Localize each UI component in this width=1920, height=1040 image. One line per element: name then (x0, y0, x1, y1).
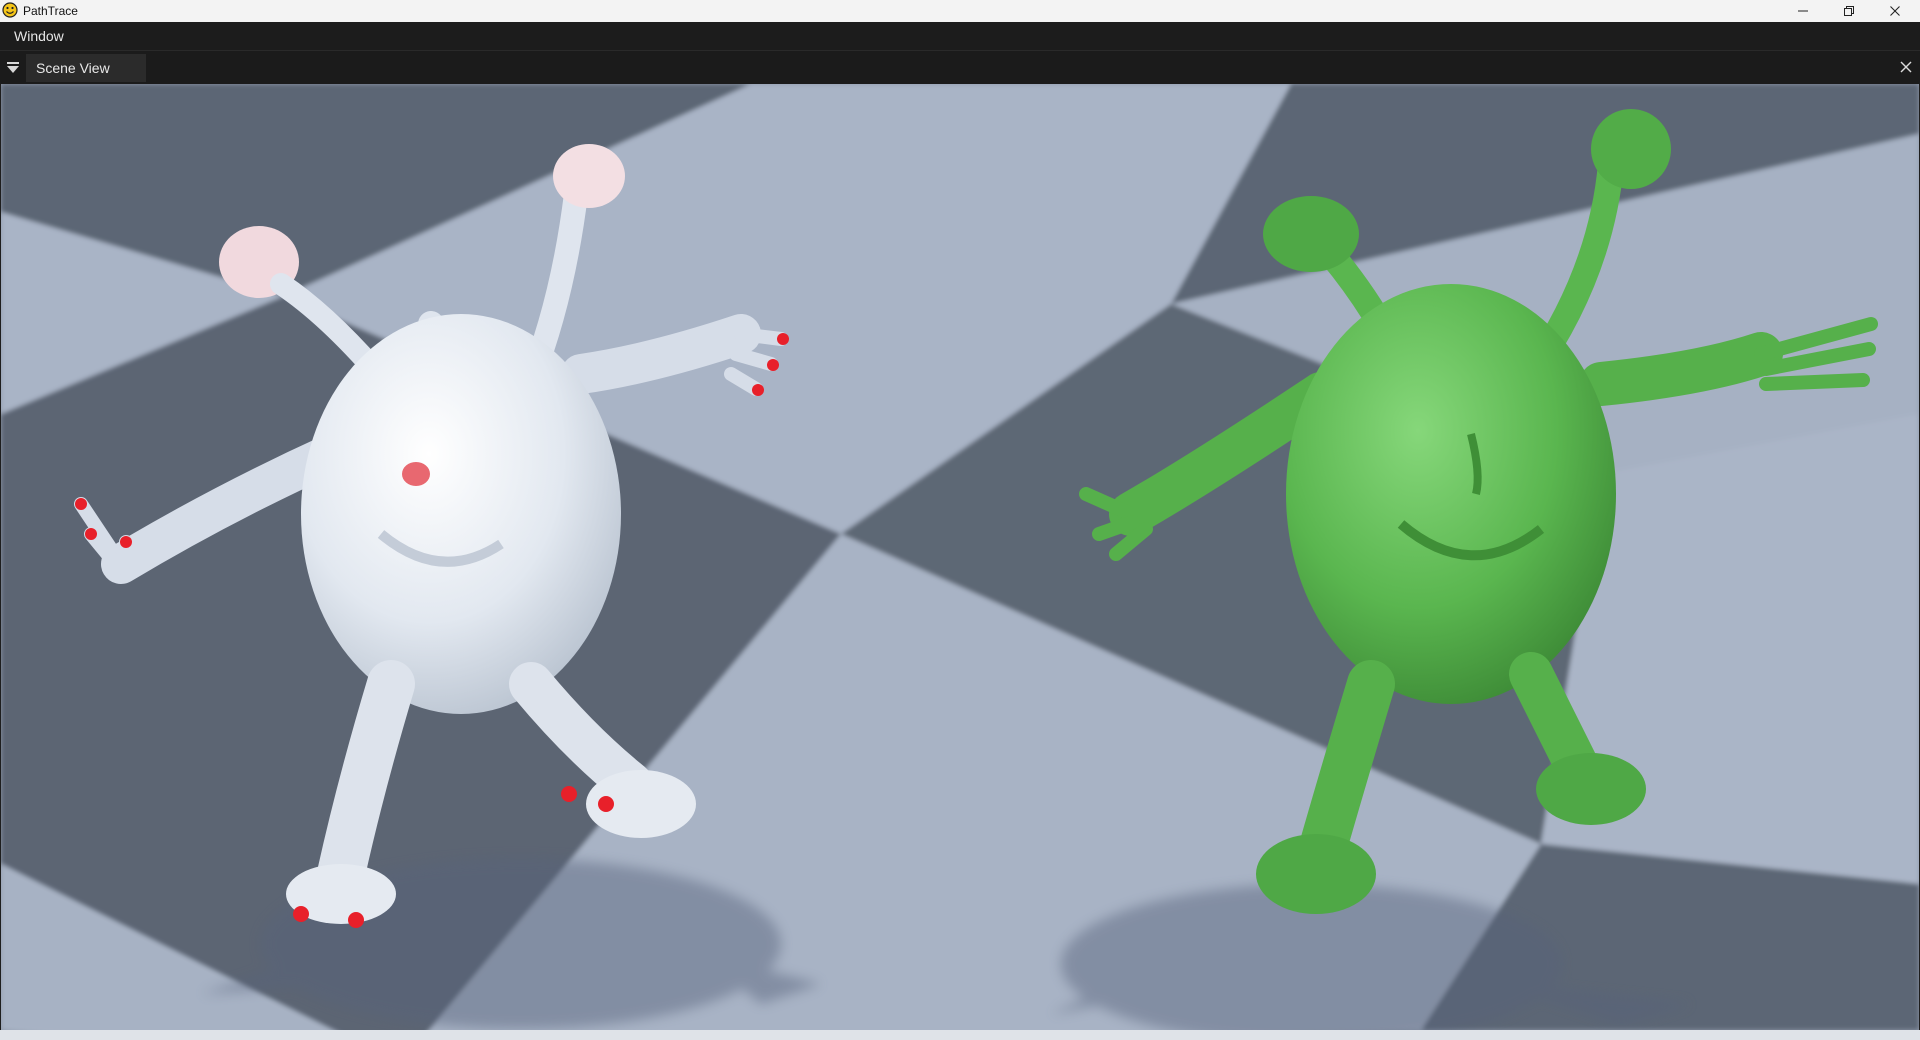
menu-window[interactable]: Window (14, 28, 64, 44)
title-bar: PathTrace (0, 0, 1920, 22)
scene-viewport[interactable] (1, 84, 1919, 1030)
smiley-app-icon (2, 2, 18, 18)
menu-bar: Window (0, 22, 1920, 50)
panel-tab-bar: Scene View (0, 50, 1920, 85)
tab-scene-view[interactable]: Scene View (26, 54, 146, 82)
restore-icon (1844, 6, 1854, 16)
window-title: PathTrace (23, 4, 78, 18)
close-icon[interactable] (1898, 59, 1914, 75)
minimize-button[interactable] (1780, 0, 1826, 22)
tab-label: Scene View (36, 60, 110, 76)
minimize-icon (1798, 10, 1808, 12)
close-window-button[interactable] (1872, 0, 1918, 22)
close-icon (1890, 6, 1900, 16)
dropdown-triangle-icon[interactable] (6, 60, 20, 76)
restore-button[interactable] (1826, 0, 1872, 22)
rendered-scene (1, 84, 1919, 1030)
bottom-strip (0, 1030, 1920, 1040)
